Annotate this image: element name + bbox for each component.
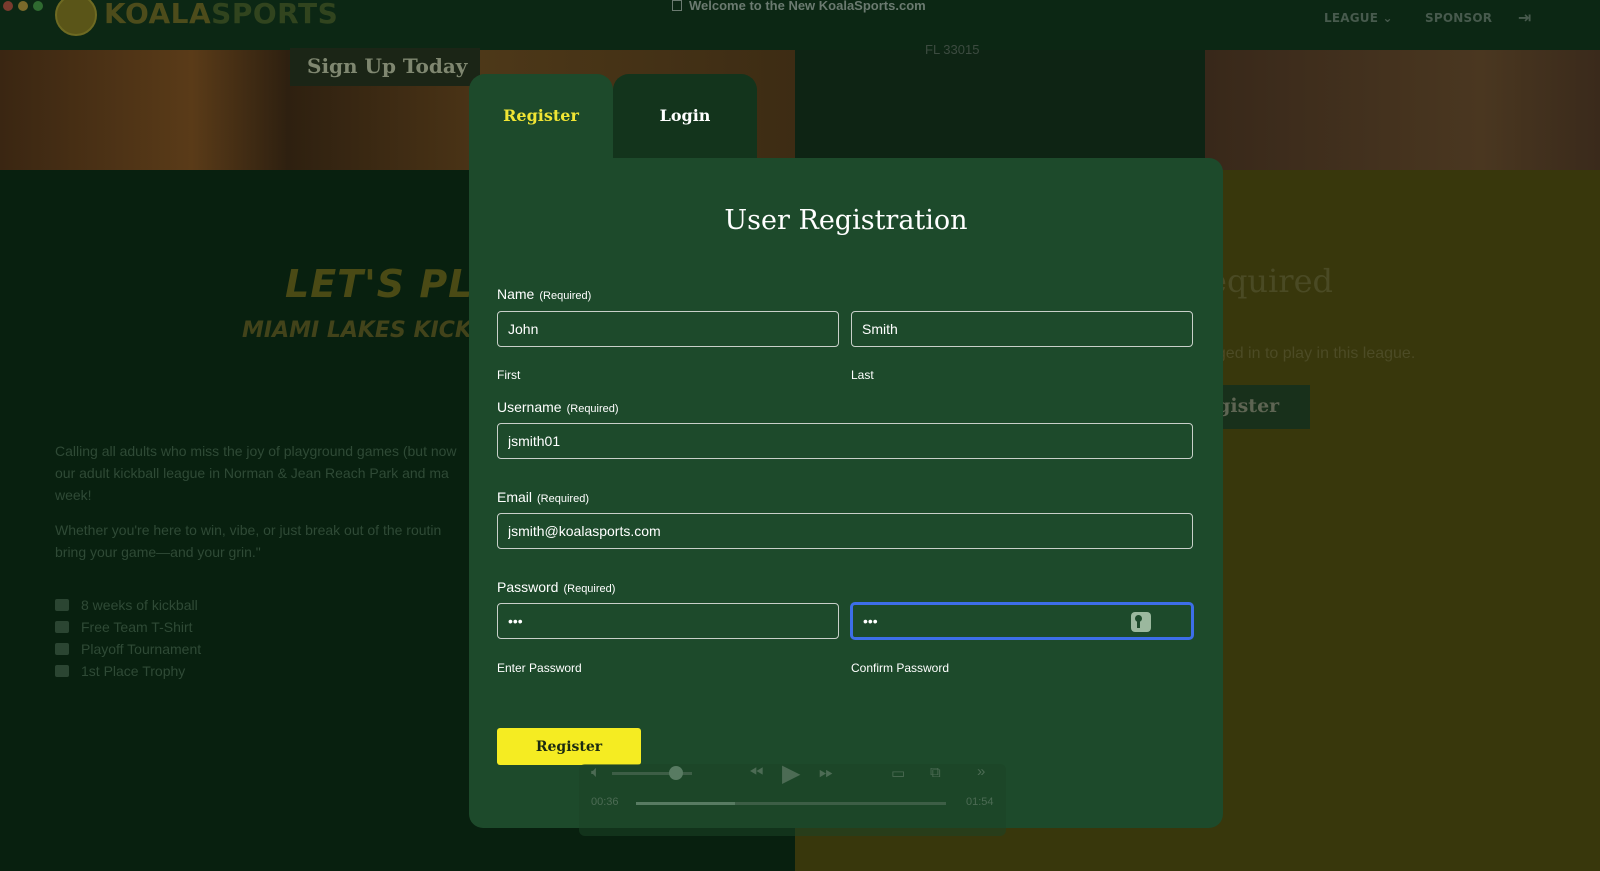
username-label: Username (Required)	[497, 399, 619, 415]
more-controls-icon[interactable]: »	[977, 763, 985, 780]
nav-league[interactable]: LEAGUE ⌄	[1324, 11, 1393, 25]
modal-title: User Registration	[724, 205, 968, 236]
tab-login[interactable]: Login	[613, 74, 757, 160]
top-navigation-bar: KOALASPORTS Welcome to the New KoalaSpor…	[0, 0, 1600, 50]
enter-password-sublabel: Enter Password	[497, 661, 582, 675]
document-icon	[672, 0, 682, 11]
list-item: 1st Place Trophy	[55, 660, 201, 682]
password-label: Password (Required)	[497, 579, 616, 595]
password-field[interactable]	[497, 603, 839, 639]
registration-required-heading: equired	[1208, 262, 1333, 300]
sign-up-today-banner[interactable]: Sign Up Today	[290, 48, 480, 86]
list-item: Free Team T-Shirt	[55, 616, 201, 638]
address-zip: FL 33015	[925, 42, 980, 57]
chevron-down-icon: ⌄	[1382, 11, 1393, 25]
tab-register[interactable]: Register	[469, 74, 613, 160]
trophy-icon	[55, 665, 69, 677]
login-icon[interactable]: ⇥	[1518, 8, 1532, 27]
list-item: Playoff Tournament	[55, 638, 201, 660]
tournament-icon	[55, 643, 69, 655]
league-tagline: Whether you're here to win, vibe, or jus…	[55, 522, 442, 560]
page: KOALASPORTS Welcome to the New KoalaSpor…	[0, 0, 1600, 871]
league-description: Calling all adults who miss the joy of p…	[55, 443, 457, 503]
nav-sponsor[interactable]: SPONSOR	[1425, 11, 1492, 25]
site-logo[interactable]: KOALASPORTS	[104, 0, 338, 30]
close-window-icon[interactable]	[3, 1, 13, 11]
progress-fill	[636, 802, 735, 805]
airplay-icon[interactable]: ▭	[891, 764, 905, 782]
list-item: 8 weeks of kickball	[55, 594, 201, 616]
confirm-password-sublabel: Confirm Password	[851, 661, 950, 675]
username-field[interactable]	[497, 423, 1193, 459]
email-label: Email (Required)	[497, 489, 589, 505]
register-submit-button[interactable]: Register	[497, 728, 641, 765]
volume-slider-thumb[interactable]	[669, 766, 683, 780]
password-key-icon[interactable]	[1131, 612, 1151, 632]
play-icon[interactable]: ▶︎	[782, 759, 800, 788]
last-name-sublabel: Last	[851, 368, 874, 382]
first-name-sublabel: First	[497, 368, 521, 382]
minimize-window-icon[interactable]	[18, 1, 28, 11]
registration-required-text: gged in to play in this league.	[1208, 345, 1416, 362]
last-name-field[interactable]	[851, 311, 1193, 347]
window-title: Welcome to the New KoalaSports.com	[672, 0, 926, 13]
rewind-icon[interactable]: ⏪︎	[749, 762, 763, 783]
registration-modal: User Registration Name(Required) First L…	[469, 158, 1223, 828]
volume-icon[interactable]: 🔈︎	[591, 764, 601, 782]
maximize-window-icon[interactable]	[33, 1, 43, 11]
elapsed-time: 00:36	[591, 796, 619, 808]
fast-forward-icon[interactable]: ⏩︎	[819, 762, 833, 783]
media-player-overlay: 🔈︎ ⏪︎ ▶︎ ⏩︎ ▭ ⧉ » 00:36 01:54	[579, 760, 1006, 836]
picture-in-picture-icon[interactable]: ⧉	[930, 764, 941, 781]
league-features-list: 8 weeks of kickball Free Team T-Shirt Pl…	[55, 594, 201, 682]
hero-photo-right	[1205, 50, 1600, 170]
total-time: 01:54	[966, 796, 994, 808]
calendar-icon	[55, 599, 69, 611]
hero-address-panel	[795, 50, 1205, 170]
tshirt-icon	[55, 621, 69, 633]
name-label: Name (Required)	[497, 286, 592, 302]
koala-logo-icon[interactable]	[55, 0, 97, 36]
first-name-field[interactable]	[497, 311, 839, 347]
email-field[interactable]	[497, 513, 1193, 549]
league-name-heading: MIAMI LAKES KICK	[242, 318, 472, 343]
